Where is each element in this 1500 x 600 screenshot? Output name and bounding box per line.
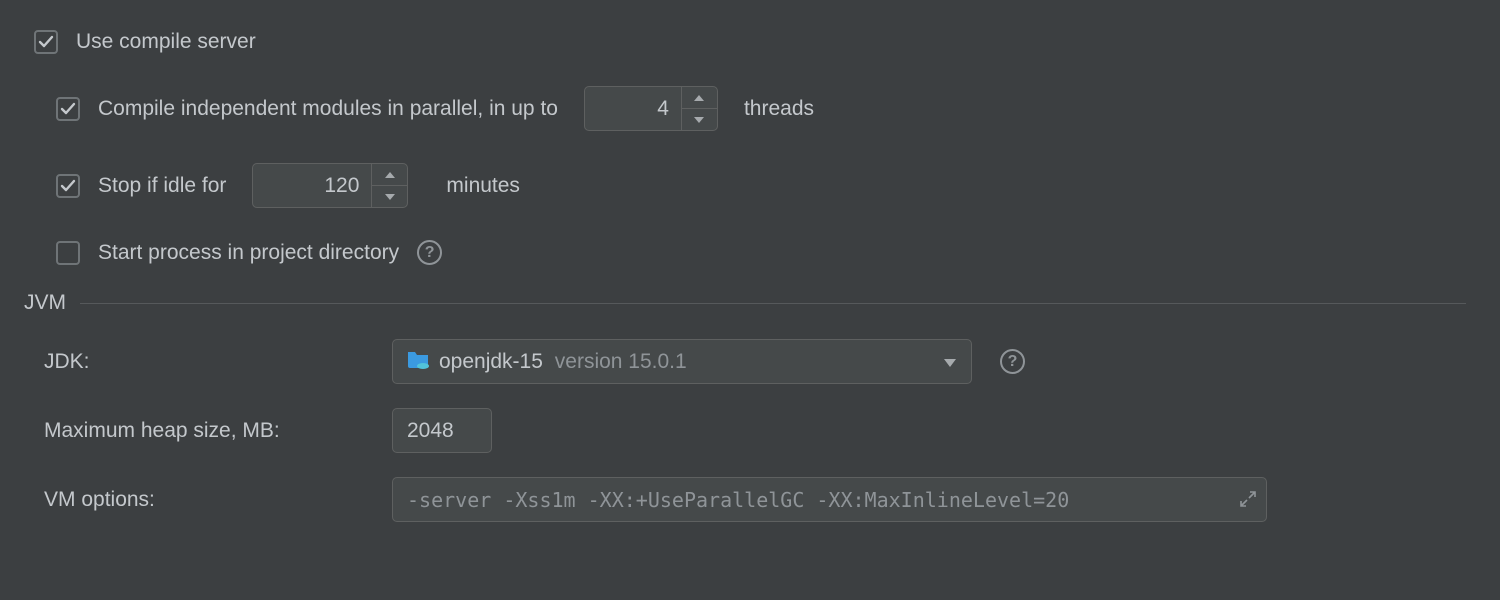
help-icon[interactable]: ? bbox=[417, 240, 442, 265]
parallel-threads-suffix: threads bbox=[744, 97, 814, 121]
idle-minutes-value[interactable]: 120 bbox=[253, 164, 371, 207]
vm-options-label: VM options: bbox=[44, 488, 364, 512]
chevron-down-icon bbox=[943, 350, 957, 374]
stop-idle-label: Stop if idle for bbox=[98, 174, 226, 198]
help-icon[interactable]: ? bbox=[1000, 349, 1025, 374]
max-heap-label: Maximum heap size, MB: bbox=[44, 419, 364, 443]
spinner-down-icon[interactable] bbox=[372, 186, 407, 207]
parallel-threads-spinner[interactable]: 4 bbox=[584, 86, 718, 131]
stop-idle-checkbox[interactable] bbox=[56, 174, 80, 198]
jdk-name: openjdk-15 bbox=[439, 350, 543, 373]
jdk-dropdown[interactable]: openjdk-15 version 15.0.1 bbox=[392, 339, 972, 384]
start-in-project-dir-checkbox[interactable] bbox=[56, 241, 80, 265]
spinner-up-icon[interactable] bbox=[682, 87, 717, 109]
compile-parallel-checkbox[interactable] bbox=[56, 97, 80, 121]
folder-icon bbox=[407, 349, 429, 375]
idle-minutes-suffix: minutes bbox=[446, 174, 520, 198]
section-divider bbox=[80, 303, 1466, 304]
vm-options-value: -server -Xss1m -XX:+UseParallelGC -XX:Ma… bbox=[407, 488, 1069, 512]
parallel-threads-value[interactable]: 4 bbox=[585, 87, 681, 130]
start-in-project-dir-label: Start process in project directory bbox=[98, 241, 399, 265]
jdk-version: version 15.0.1 bbox=[555, 350, 687, 373]
use-compile-server-checkbox[interactable] bbox=[34, 30, 58, 54]
use-compile-server-label: Use compile server bbox=[76, 30, 256, 54]
max-heap-input[interactable]: 2048 bbox=[392, 408, 492, 453]
expand-icon[interactable] bbox=[1240, 488, 1256, 512]
spinner-down-icon[interactable] bbox=[682, 109, 717, 130]
idle-minutes-spinner[interactable]: 120 bbox=[252, 163, 408, 208]
jdk-selected-text: openjdk-15 version 15.0.1 bbox=[439, 350, 933, 374]
jvm-section-label: JVM bbox=[24, 291, 66, 315]
max-heap-value: 2048 bbox=[407, 419, 454, 443]
jdk-label: JDK: bbox=[44, 350, 364, 374]
spinner-up-icon[interactable] bbox=[372, 164, 407, 186]
compile-parallel-label: Compile independent modules in parallel,… bbox=[98, 97, 558, 121]
vm-options-input[interactable]: -server -Xss1m -XX:+UseParallelGC -XX:Ma… bbox=[392, 477, 1267, 522]
